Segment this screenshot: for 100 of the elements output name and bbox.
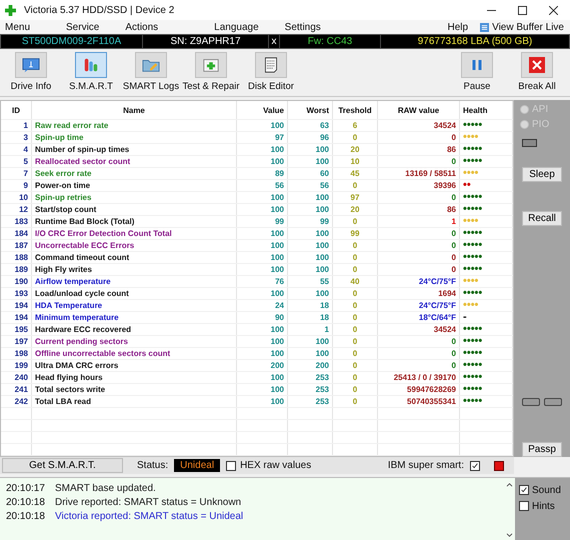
toolbar-button[interactable]: Test & Repair (182, 52, 240, 92)
table-cell: Airflow temperature (32, 276, 236, 288)
toolbar-button[interactable]: Drive Info (2, 52, 60, 92)
table-cell: 86 (378, 144, 460, 156)
health-dots: •• (460, 180, 512, 192)
log-message: SMART base updated. (55, 482, 156, 494)
table-cell: 199 (1, 360, 32, 372)
table-cell: Offline uncorrectable sectors count (32, 348, 236, 360)
table-cell: 193 (1, 288, 32, 300)
toolbar-button[interactable]: Break All (508, 52, 566, 92)
close-icon (528, 57, 546, 73)
menu-item[interactable]: Language (214, 22, 259, 32)
menu-item[interactable]: Service (66, 22, 100, 32)
column-header: ID (1, 101, 32, 120)
table-cell: 0 (378, 240, 460, 252)
checkbox[interactable] (226, 460, 236, 470)
table-cell: 253 (288, 372, 332, 384)
checkbox-label: Hints (532, 500, 555, 512)
table-cell: 0 (332, 348, 378, 360)
table-cell: 90 (236, 312, 288, 324)
table-cell: 86 (378, 204, 460, 216)
table-cell: 197 (1, 336, 32, 348)
table-cell: 0 (332, 336, 378, 348)
log-time: 20:10:18 (6, 510, 46, 522)
table-cell: 20 (332, 144, 378, 156)
table-cell: 100 (236, 240, 288, 252)
health-dots: ••••• (460, 360, 512, 372)
checkbox-label: HEX raw values (240, 460, 312, 471)
column-header: Value (236, 101, 288, 120)
table-cell: Number of spin-up times (32, 144, 236, 156)
table-cell: 189 (1, 264, 32, 276)
checkbox[interactable] (519, 501, 529, 511)
table-cell: Uncorrectable ECC Errors (32, 240, 236, 252)
table-cell: Raw read error rate (32, 120, 236, 132)
table-cell: 200 (288, 360, 332, 372)
health-dots: ••••• (460, 324, 512, 336)
menu-item[interactable]: Menu (5, 22, 30, 32)
checkbox[interactable] (519, 485, 529, 495)
menu-item[interactable]: Help (448, 22, 468, 32)
small-button[interactable] (544, 398, 562, 406)
health-dots: - (460, 312, 512, 324)
log-message: Victoria reported: SMART status = Unideal (55, 510, 244, 522)
table-cell: 24 (236, 300, 288, 312)
table-cell: 0 (332, 396, 378, 408)
side-button[interactable]: Sleep (522, 167, 562, 182)
toolbar-button[interactable]: Pause (448, 52, 506, 92)
health-dots: ••••• (460, 120, 512, 132)
app-cross-icon (5, 4, 16, 16)
table-cell: 97 (236, 132, 288, 144)
table-cell: 100 (288, 336, 332, 348)
log-time: 20:10:18 (6, 496, 46, 508)
checkbox-label: Sound (532, 484, 561, 496)
table-cell: 100 (288, 240, 332, 252)
table-cell: 4 (1, 144, 32, 156)
table-cell: 0 (332, 240, 378, 252)
table-cell: 0 (332, 372, 378, 384)
toolbar-button[interactable]: Disk Editor (242, 52, 300, 92)
maximize-icon[interactable] (518, 6, 527, 14)
small-button[interactable] (522, 398, 540, 406)
column-header: Health (460, 101, 512, 120)
scroll-down-icon[interactable] (506, 533, 513, 538)
table-cell: 100 (236, 264, 288, 276)
menu-item[interactable]: Settings (284, 22, 321, 32)
health-dots: ••••• (460, 336, 512, 348)
table-cell: 100 (236, 120, 288, 132)
close-drive-button[interactable]: x (269, 35, 280, 48)
table-cell: 100 (288, 348, 332, 360)
table-cell: 10 (1, 192, 32, 204)
table-cell: Load/unload cycle count (32, 288, 236, 300)
table-cell: 56 (236, 180, 288, 192)
table-cell: 100 (236, 288, 288, 300)
table-cell: 0 (332, 360, 378, 372)
table-cell: 194 (1, 300, 32, 312)
table-cell: 253 (288, 396, 332, 408)
table-cell: Start/stop count (32, 204, 236, 216)
side-button[interactable]: Recall (522, 211, 562, 226)
table-cell: 100 (236, 252, 288, 264)
health-dots: •••• (460, 276, 512, 288)
toolbar-button[interactable]: S.M.A.R.T (62, 52, 120, 92)
list-icon (480, 22, 490, 32)
table-cell: 0 (378, 192, 460, 204)
get-smart-button[interactable]: Get S.M.A.R.T. (2, 458, 123, 473)
table-cell: 56 (288, 180, 332, 192)
scroll-up-icon[interactable] (506, 482, 513, 487)
column-header: Name (32, 101, 236, 120)
table-cell: 20 (332, 204, 378, 216)
health-dots: ••••• (460, 288, 512, 300)
toolbar-button[interactable]: SMART Logs (122, 52, 180, 92)
table-cell: 99 (288, 216, 332, 228)
menu-item[interactable]: Actions (125, 22, 158, 32)
passp-button[interactable]: Passp (522, 442, 562, 457)
checkbox[interactable] (470, 460, 480, 470)
table-cell: 1 (1, 120, 32, 132)
table-cell: 55 (288, 276, 332, 288)
table-cell: 45 (332, 168, 378, 180)
table-cell: 100 (288, 264, 332, 276)
table-cell: 100 (236, 156, 288, 168)
health-dots: •••• (460, 300, 512, 312)
view-buffer-link[interactable]: View Buffer Live (492, 22, 564, 32)
close-icon[interactable] (549, 6, 558, 14)
